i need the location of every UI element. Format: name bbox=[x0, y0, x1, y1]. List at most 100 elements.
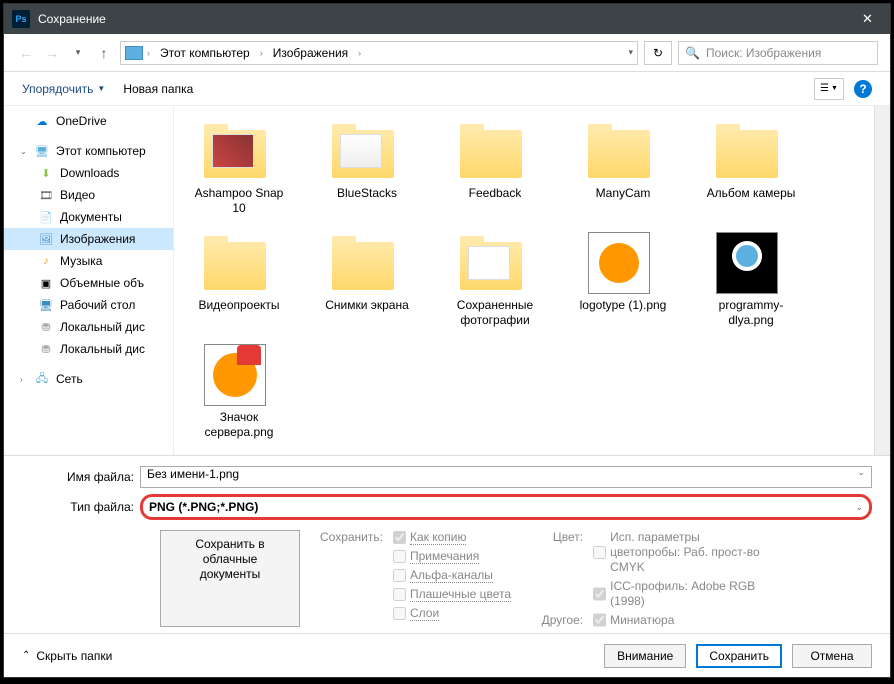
desktop-icon: 🖥 bbox=[38, 298, 54, 312]
opt-proof: Исп. параметры цветопробы: Раб. прост-во… bbox=[593, 530, 761, 575]
chevron-down-icon[interactable]: ⌄ bbox=[857, 467, 865, 478]
item-label: Значок сервера.png bbox=[188, 410, 290, 440]
pc-icon bbox=[125, 46, 143, 60]
attention-button[interactable]: Внимание bbox=[604, 644, 686, 668]
opt-as-copy[interactable]: Как копию bbox=[393, 530, 511, 545]
file-item[interactable]: logotype (1).png bbox=[568, 228, 678, 332]
file-item[interactable]: Снимки экрана bbox=[312, 228, 422, 332]
file-grid[interactable]: Ashampoo Snap 10 BlueStacks Feedback ManyCa… bbox=[174, 106, 874, 455]
video-icon: 🎞 bbox=[38, 188, 54, 202]
item-label: logotype (1).png bbox=[580, 298, 667, 313]
other-head: Другое: bbox=[531, 613, 587, 627]
new-folder-button[interactable]: Новая папка bbox=[123, 82, 193, 96]
item-label: Feedback bbox=[469, 186, 522, 201]
file-item[interactable]: Feedback bbox=[440, 116, 550, 220]
sidebar-item-3d[interactable]: ▣Объемные объ bbox=[4, 272, 173, 294]
disk-icon: ⛃ bbox=[38, 342, 54, 356]
filename-label: Имя файла: bbox=[22, 470, 134, 484]
sidebar: ☁OneDrive ⌄🖥Этот компьютер ⬇Downloads 🎞В… bbox=[4, 106, 174, 455]
chevron-right-icon: › bbox=[260, 48, 263, 58]
sidebar-item-downloads[interactable]: ⬇Downloads bbox=[4, 162, 173, 184]
cube-icon: ▣ bbox=[38, 276, 54, 290]
caret-down-icon[interactable]: ⌄ bbox=[20, 147, 28, 156]
help-button[interactable]: ? bbox=[854, 80, 872, 98]
file-item[interactable]: Ashampoo Snap 10 bbox=[184, 116, 294, 220]
download-icon: ⬇ bbox=[38, 166, 54, 180]
pc-icon: 🖥 bbox=[34, 144, 50, 158]
chevron-up-icon: ⌃ bbox=[22, 650, 30, 661]
footer: ⌃ Скрыть папки Внимание Сохранить Отмена bbox=[4, 633, 890, 677]
opt-alpha: Альфа-каналы bbox=[393, 568, 511, 583]
file-item[interactable]: Сохраненные фотографии bbox=[440, 228, 550, 332]
photoshop-icon: Ps bbox=[12, 10, 30, 28]
file-item[interactable]: BlueStacks bbox=[312, 116, 422, 220]
breadcrumb[interactable]: › Этот компьютер › Изображения › ▾ bbox=[120, 41, 638, 65]
save-options-head: Сохранить: bbox=[320, 530, 387, 627]
file-item[interactable]: ManyCam bbox=[568, 116, 678, 220]
opt-layers: Слои bbox=[393, 606, 511, 621]
file-item[interactable]: Альбом камеры bbox=[696, 116, 806, 220]
sidebar-item-desktop[interactable]: 🖥Рабочий стол bbox=[4, 294, 173, 316]
cloud-icon: ☁ bbox=[34, 114, 50, 128]
opt-icc[interactable]: ICC-профиль: Adobe RGB (1998) bbox=[593, 579, 761, 609]
nav-down[interactable]: ▾ bbox=[68, 43, 88, 63]
filetype-label: Тип файла: bbox=[22, 500, 134, 514]
hide-folders-toggle[interactable]: ⌃ Скрыть папки bbox=[22, 649, 112, 663]
filetype-select[interactable]: PNG (*.PNG;*.PNG) ⌄ bbox=[140, 494, 872, 520]
sidebar-item-images[interactable]: 🖼Изображения bbox=[4, 228, 173, 250]
sidebar-item-music[interactable]: ♪Музыка bbox=[4, 250, 173, 272]
item-label: BlueStacks bbox=[337, 186, 397, 201]
search-placeholder: Поиск: Изображения bbox=[706, 46, 821, 60]
titlebar: Ps Сохранение ✕ bbox=[4, 4, 890, 34]
sidebar-item-onedrive[interactable]: ☁OneDrive bbox=[4, 110, 173, 132]
item-label: ManyCam bbox=[596, 186, 651, 201]
nav-up[interactable]: ↑ bbox=[94, 43, 114, 63]
item-label: Ashampoo Snap 10 bbox=[188, 186, 290, 216]
file-item[interactable]: Значок сервера.png bbox=[184, 340, 294, 444]
organize-button[interactable]: Упорядочить ▼ bbox=[22, 82, 105, 96]
document-icon: 📄 bbox=[38, 210, 54, 224]
breadcrumb-root[interactable]: Этот компьютер bbox=[154, 44, 256, 62]
window-title: Сохранение bbox=[38, 12, 845, 26]
opt-spot: Плашечные цвета bbox=[393, 587, 511, 602]
caret-right-icon[interactable]: › bbox=[20, 375, 28, 384]
opt-thumb[interactable]: Миниатюра bbox=[593, 613, 761, 627]
item-label: Снимки экрана bbox=[325, 298, 409, 313]
item-label: Альбом камеры bbox=[707, 186, 796, 201]
save-to-cloud-button[interactable]: Сохранить в облачные документы bbox=[160, 530, 300, 627]
sidebar-item-video[interactable]: 🎞Видео bbox=[4, 184, 173, 206]
sidebar-item-pc[interactable]: ⌄🖥Этот компьютер bbox=[4, 140, 173, 162]
color-head: Цвет: bbox=[531, 530, 587, 575]
search-icon: 🔍 bbox=[685, 46, 700, 60]
item-label: Видеопроекты bbox=[198, 298, 279, 313]
scrollbar[interactable] bbox=[874, 106, 890, 455]
filename-input[interactable]: Без имени-1.png ⌄ bbox=[140, 466, 872, 488]
sidebar-item-network[interactable]: ›🖧Сеть bbox=[4, 368, 173, 390]
sidebar-item-documents[interactable]: 📄Документы bbox=[4, 206, 173, 228]
search-input[interactable]: 🔍 Поиск: Изображения bbox=[678, 41, 878, 65]
network-icon: 🖧 bbox=[34, 372, 50, 386]
item-label: programmy-dlya.png bbox=[700, 298, 802, 328]
save-button[interactable]: Сохранить bbox=[696, 644, 782, 668]
file-item[interactable]: programmy-dlya.png bbox=[696, 228, 806, 332]
view-mode-button[interactable]: ☰ ▼ bbox=[814, 78, 844, 100]
breadcrumb-folder[interactable]: Изображения bbox=[267, 44, 354, 62]
sidebar-item-disk2[interactable]: ⛃Локальный дис bbox=[4, 338, 173, 360]
chevron-down-icon[interactable]: ⌄ bbox=[855, 502, 863, 513]
music-icon: ♪ bbox=[38, 254, 54, 268]
close-button[interactable]: ✕ bbox=[845, 4, 890, 34]
refresh-button[interactable]: ↻ bbox=[644, 41, 672, 65]
nav-forward: → bbox=[42, 43, 62, 63]
cancel-button[interactable]: Отмена bbox=[792, 644, 872, 668]
chevron-right-icon: › bbox=[147, 48, 150, 58]
chevron-down-icon[interactable]: ▾ bbox=[628, 47, 633, 58]
sidebar-item-disk1[interactable]: ⛃Локальный дис bbox=[4, 316, 173, 338]
images-icon: 🖼 bbox=[38, 232, 54, 246]
chevron-down-icon: ▼ bbox=[97, 84, 105, 93]
save-panel: Имя файла: Без имени-1.png ⌄ Тип файла: … bbox=[4, 455, 890, 633]
toolbar: Упорядочить ▼ Новая папка ☰ ▼ ? bbox=[4, 72, 890, 106]
file-item[interactable]: Видеопроекты bbox=[184, 228, 294, 332]
nav-back[interactable]: ← bbox=[16, 43, 36, 63]
nav-row: ← → ▾ ↑ › Этот компьютер › Изображения ›… bbox=[4, 34, 890, 72]
chevron-right-icon: › bbox=[358, 48, 361, 58]
